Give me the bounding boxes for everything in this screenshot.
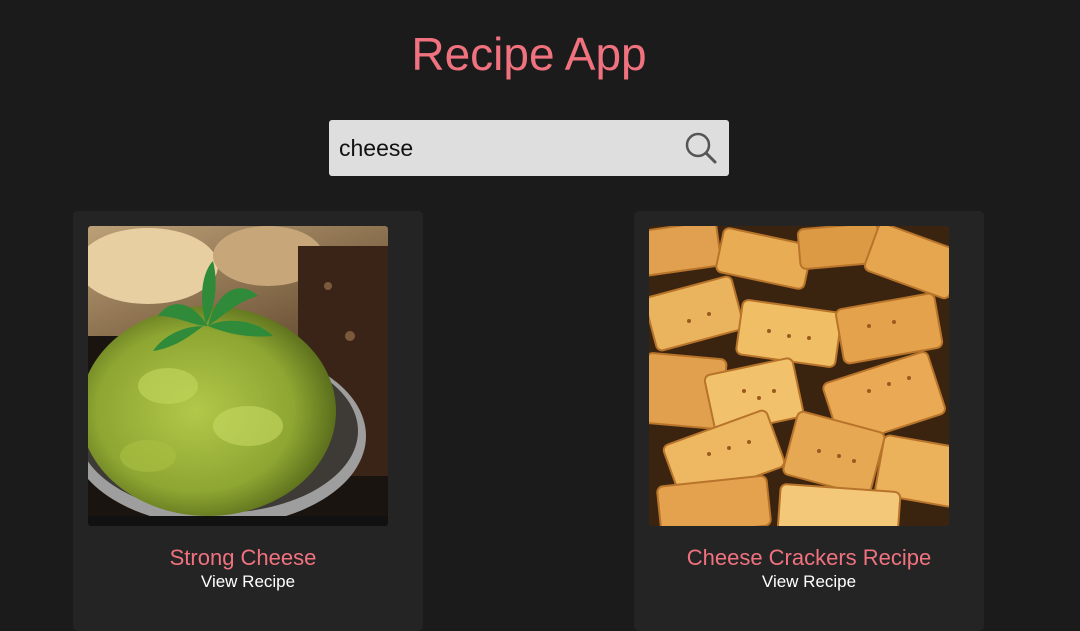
recipe-title: Strong Cheese — [169, 545, 317, 570]
recipe-image — [649, 226, 949, 526]
recipe-title: Cheese Crackers Recipe — [686, 545, 932, 570]
recipe-card: Strong Cheese View Recipe — [73, 211, 423, 631]
view-recipe-link[interactable]: View Recipe — [73, 572, 423, 592]
search-icon — [685, 132, 717, 164]
recipe-image — [88, 226, 388, 526]
recipe-card: Cheese Crackers Recipe View Recipe — [634, 211, 984, 631]
search-input[interactable] — [329, 120, 669, 176]
search-button[interactable] — [683, 130, 719, 166]
search-bar — [329, 120, 729, 176]
view-recipe-link[interactable]: View Recipe — [634, 572, 984, 592]
app-title: Recipe App — [411, 28, 647, 80]
